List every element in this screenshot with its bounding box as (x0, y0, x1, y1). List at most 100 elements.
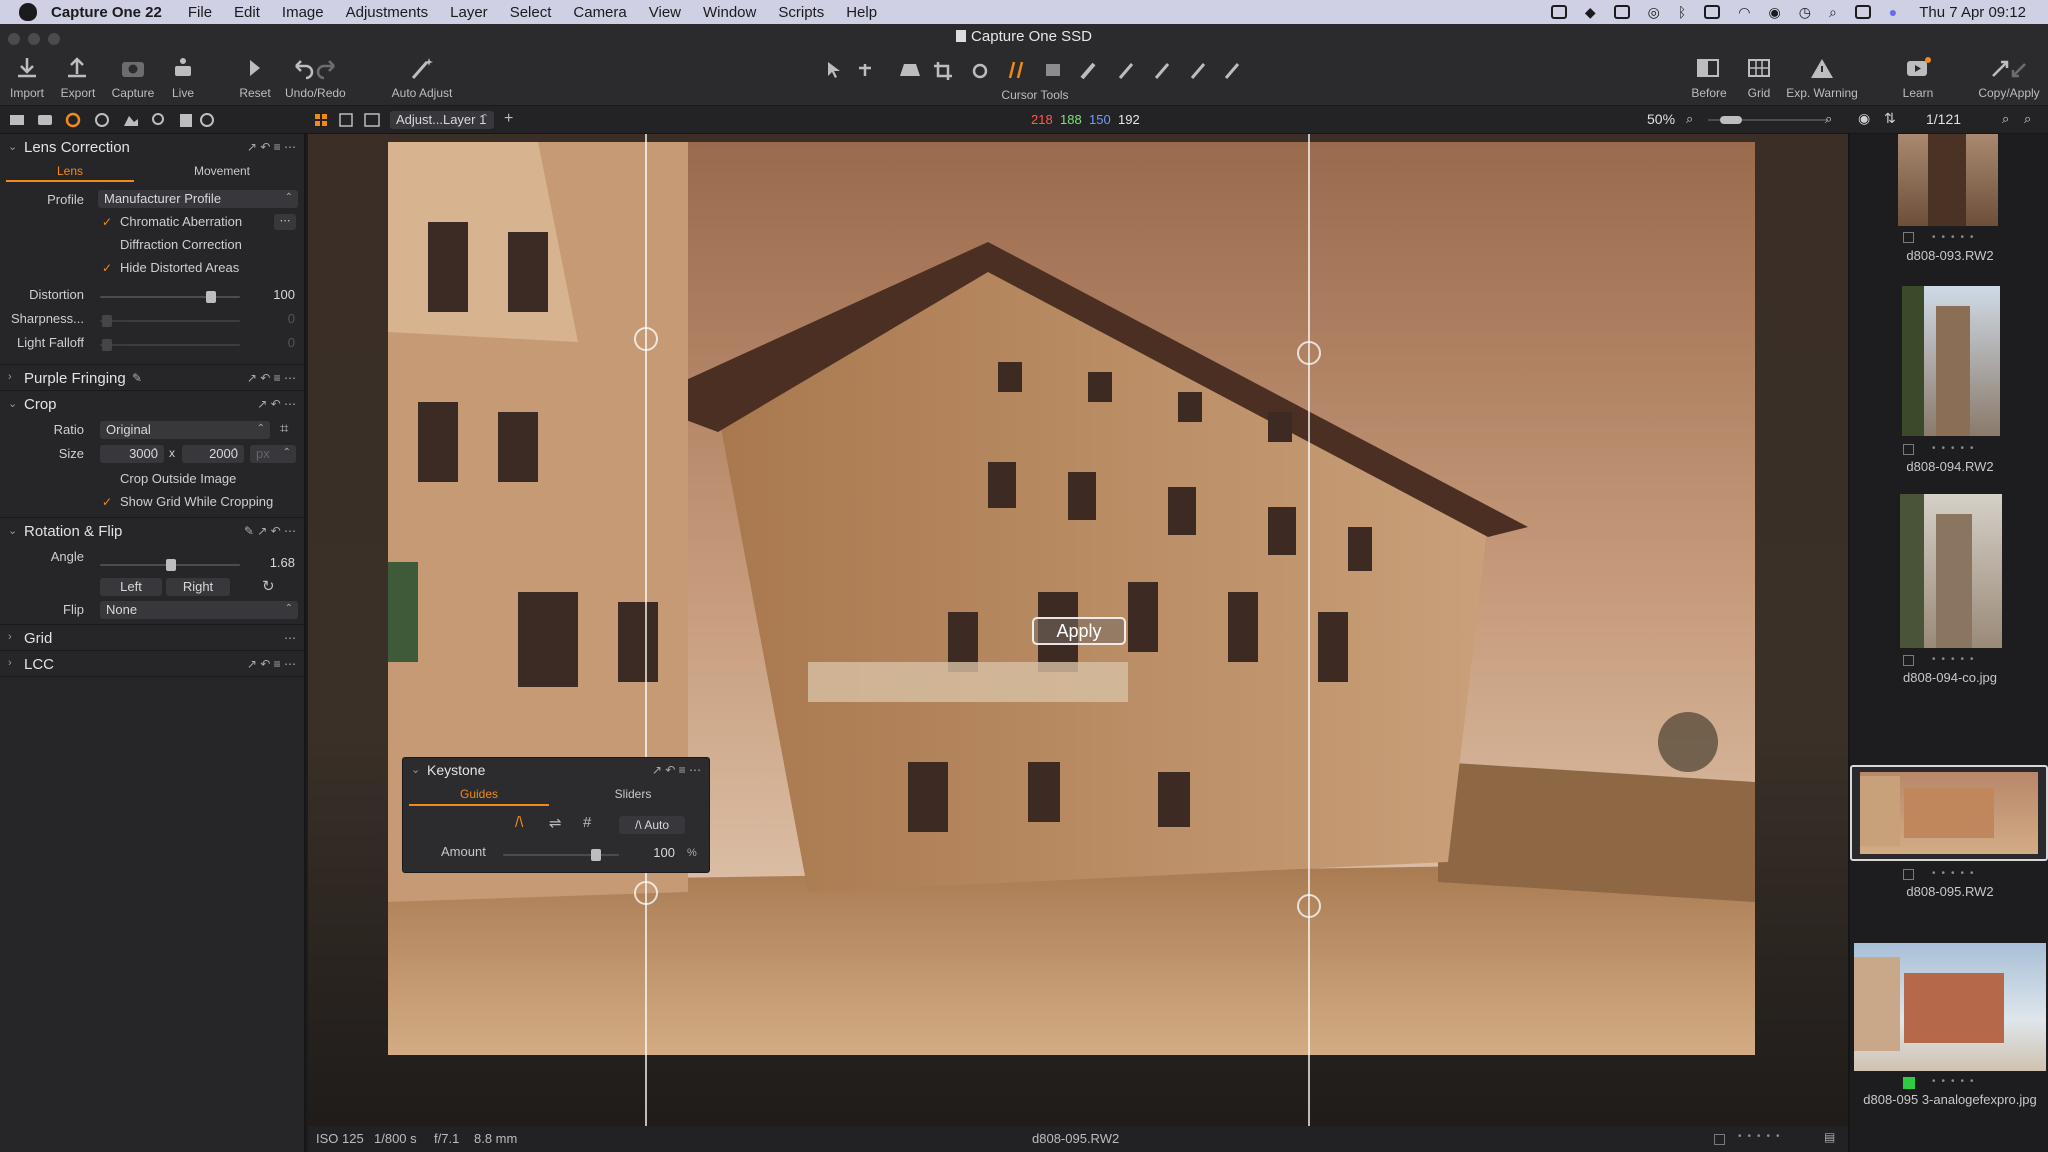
select-checkbox[interactable] (1903, 869, 1914, 880)
rotate-freehand-icon[interactable]: ↻ (262, 577, 275, 595)
zoom-level[interactable]: 50% (1647, 111, 1675, 127)
keystone-vertical-icon[interactable]: /\ (515, 814, 523, 831)
view-mode-icons[interactable] (315, 112, 385, 128)
before-button[interactable]: Before (1686, 56, 1732, 100)
rotate-right-button[interactable]: Right (166, 578, 230, 596)
light-falloff-value[interactable]: 0 (255, 335, 295, 350)
amount-slider[interactable] (503, 849, 619, 861)
wifi-icon[interactable]: ◠ (1738, 4, 1750, 21)
crop-height-field[interactable]: 2000 (182, 444, 244, 463)
menu-scripts[interactable]: Scripts (778, 4, 824, 21)
menu-window[interactable]: Window (703, 4, 756, 21)
status-app-icon[interactable] (1550, 5, 1567, 19)
reset-button[interactable]: Reset (238, 56, 272, 100)
sort-icon[interactable]: ⇅ (1884, 110, 1896, 127)
tab-lens[interactable]: Lens (6, 162, 134, 182)
section-action-icons[interactable]: ↗ ↶ ⋯ (257, 397, 296, 411)
undo-redo-button[interactable]: Undo/Redo (285, 56, 346, 100)
zoom-in-icon[interactable]: ⌕ (1825, 111, 1832, 127)
apple-menu-icon[interactable] (19, 3, 37, 21)
guide-handle-bottom-right[interactable] (1297, 894, 1321, 918)
keystone-guide-right[interactable] (1308, 134, 1310, 1126)
control-center-icon[interactable] (1854, 5, 1871, 19)
crop-unit-select[interactable]: px (250, 444, 296, 463)
export-button[interactable]: Export (58, 56, 98, 100)
keystone-horizontal-icon[interactable]: ⇌ (549, 814, 562, 832)
menu-select[interactable]: Select (510, 4, 552, 21)
chevron-down-icon[interactable]: ⌄ (411, 763, 420, 776)
keystone-full-icon[interactable]: # (583, 814, 591, 831)
select-checkbox[interactable] (1903, 655, 1914, 666)
thumbnail-image[interactable] (1860, 772, 2038, 854)
menu-image[interactable]: Image (282, 4, 324, 21)
menu-app-name[interactable]: Capture One 22 (51, 4, 162, 21)
section-action-icons[interactable]: ↗ ↶ ≡ ⋯ (247, 140, 296, 154)
select-checkbox[interactable] (1903, 232, 1914, 243)
cursor-tool-icons[interactable] (820, 58, 1250, 82)
layer-selector[interactable]: Adjust...Layer 1 (390, 110, 494, 129)
section-more-icon[interactable]: ⋯ (284, 631, 296, 645)
capture-button[interactable]: Capture (110, 56, 156, 100)
eye-icon[interactable]: ◉ (1858, 110, 1870, 127)
angle-value[interactable]: 1.68 (255, 555, 295, 570)
distortion-value[interactable]: 100 (255, 287, 295, 302)
tab-sliders[interactable]: Sliders (563, 784, 703, 806)
dropbox-icon[interactable]: ◆ (1585, 4, 1596, 21)
sharpness-value[interactable]: 0 (255, 311, 295, 326)
menu-help[interactable]: Help (846, 4, 877, 21)
crop-header[interactable]: ⌄ Crop ↗ ↶ ⋯ (0, 393, 304, 417)
select-checkbox[interactable] (1903, 444, 1914, 455)
tab-movement[interactable]: Movement (158, 162, 286, 182)
color-tag-icon[interactable]: ▤ (1824, 1130, 1835, 1144)
grid-button[interactable]: Grid (1744, 56, 1774, 100)
angle-slider-thumb[interactable] (166, 559, 176, 571)
creative-cloud-icon[interactable]: ◎ (1648, 4, 1660, 21)
viewer-rating-stars[interactable]: ••••• (1738, 1131, 1786, 1142)
zoom-slider-thumb[interactable] (1720, 116, 1742, 124)
rating-stars[interactable]: ••••• (1932, 654, 1980, 665)
distortion-slider-thumb[interactable] (206, 291, 216, 303)
section-action-icons[interactable]: ↗ ↶ ≡ ⋯ (247, 371, 296, 385)
live-button[interactable]: Live (168, 56, 198, 100)
zoom-window-button[interactable] (48, 33, 60, 45)
rotation-flip-header[interactable]: ⌄ Rotation & Flip ✎ ↗ ↶ ⋯ (0, 520, 304, 544)
section-action-icons[interactable]: ↗ ↶ ≡ ⋯ (652, 763, 701, 777)
bluetooth-icon[interactable]: ᛒ (1678, 4, 1686, 20)
rating-stars[interactable]: ••••• (1932, 868, 1980, 879)
spotlight-search-icon[interactable]: ⌕ (1829, 4, 1837, 21)
keystone-guide-left[interactable] (645, 134, 647, 1126)
copy-apply-button[interactable]: Copy/Apply (1978, 56, 2040, 100)
learn-button[interactable]: Learn (1900, 56, 1936, 100)
minimize-window-button[interactable] (28, 33, 40, 45)
sharpness-slider-thumb[interactable] (102, 315, 112, 327)
time-machine-icon[interactable]: ◷ (1799, 4, 1811, 21)
color-tag-green[interactable] (1903, 1077, 1915, 1089)
menu-file[interactable]: File (188, 4, 212, 21)
thumbnail-image[interactable] (1902, 286, 2000, 436)
rating-stars[interactable]: ••••• (1932, 1076, 1980, 1087)
browser-zoom-icon[interactable]: ⌕ (2024, 111, 2031, 127)
zoom-slider[interactable] (1708, 116, 1828, 124)
section-action-icons[interactable]: ✎ ↗ ↶ ⋯ (244, 524, 296, 538)
add-layer-icon[interactable]: + (504, 110, 513, 128)
amount-value[interactable]: 100 (635, 845, 675, 860)
picker-icon[interactable]: ✎ (132, 371, 142, 385)
filter-search-icon[interactable]: ⌕ (2002, 111, 2009, 127)
guide-handle-top-right[interactable] (1297, 341, 1321, 365)
lcc-header[interactable]: › LCC ↗ ↶ ≡ ⋯ (0, 653, 304, 677)
light-falloff-slider-thumb[interactable] (102, 339, 112, 351)
menu-camera[interactable]: Camera (573, 4, 626, 21)
guide-handle-top-left[interactable] (634, 327, 658, 351)
status-notes-icon[interactable] (1613, 5, 1630, 19)
ratio-select[interactable]: Original (100, 420, 270, 439)
zoom-out-icon[interactable]: ⌕ (1686, 111, 1693, 127)
apply-keystone-button[interactable]: Apply (1032, 617, 1126, 645)
crop-width-field[interactable]: 3000 (100, 444, 164, 463)
keystone-auto-button[interactable]: /\ Auto (619, 816, 685, 834)
viewer-select-checkbox[interactable] (1714, 1134, 1725, 1145)
exposure-warning-button[interactable]: Exp. Warning (1785, 56, 1859, 100)
light-falloff-slider[interactable] (100, 339, 240, 351)
thumbnail-image[interactable] (1854, 943, 2046, 1071)
menu-edit[interactable]: Edit (234, 4, 260, 21)
crop-outside-checkbox[interactable] (102, 473, 114, 485)
